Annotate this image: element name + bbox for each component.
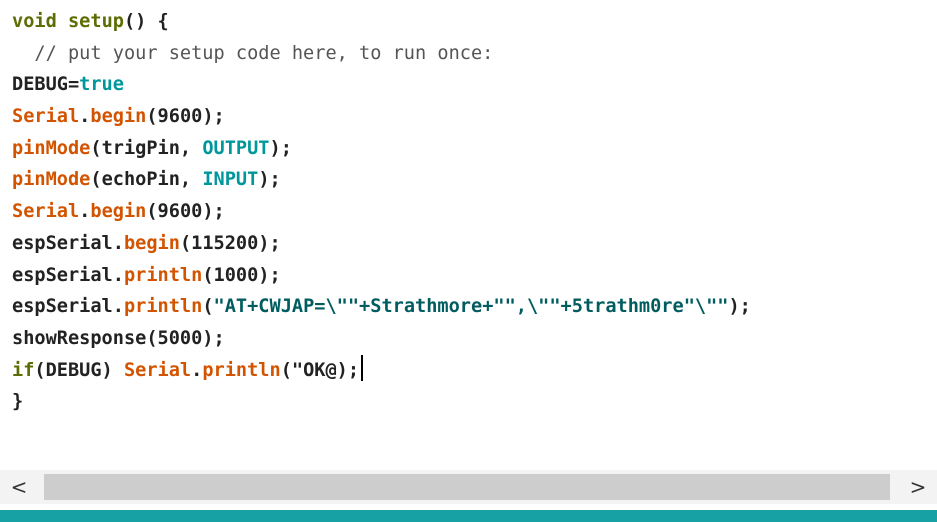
horizontal-scrollbar[interactable]: < > — [0, 470, 937, 504]
code-line[interactable]: Serial.begin(9600); — [12, 101, 751, 133]
code-token-plain: (1000); — [202, 264, 281, 286]
code-line[interactable]: Serial.begin(9600); — [12, 196, 751, 228]
text-cursor — [361, 354, 364, 381]
scrollbar-thumb[interactable] — [44, 474, 890, 500]
chevron-right-icon[interactable]: > — [899, 470, 937, 504]
code-token-plain: espSerial. — [12, 264, 124, 286]
code-token-plain: ("OK@); — [280, 359, 360, 381]
code-line[interactable]: showResponse(5000); — [12, 323, 751, 355]
code-token-keyword: if — [12, 359, 35, 381]
code-token-plain: espSerial. — [12, 232, 124, 254]
code-token-func: begin — [90, 106, 147, 128]
code-token-plain: . — [79, 201, 91, 223]
code-token-func: begin — [123, 232, 180, 254]
code-token-keyword: setup — [67, 11, 124, 32]
code-line[interactable]: espSerial.println("AT+CWJAP=\""+Strathmo… — [12, 291, 751, 323]
code-token-plain: ); — [269, 137, 292, 159]
code-token-plain: showResponse(5000); — [12, 327, 225, 349]
code-token-plain: (115200); — [179, 232, 281, 254]
code-line[interactable]: pinMode(echoPin, INPUT); — [12, 164, 751, 196]
code-line[interactable]: pinMode(trigPin, OUTPUT); — [12, 133, 751, 165]
code-token-plain: } — [12, 391, 24, 413]
code-line[interactable]: // put your setup code here, to run once… — [12, 38, 751, 70]
code-token-func: pinMode — [12, 137, 91, 159]
code-line[interactable]: } — [12, 386, 751, 418]
code-line[interactable]: espSerial.println(1000); — [12, 260, 751, 292]
status-bar — [0, 510, 937, 522]
code-token-const: true — [79, 74, 124, 96]
code-token-func: pinMode — [12, 169, 91, 191]
code-token-func: begin — [90, 201, 147, 223]
code-token-plain: espSerial. — [12, 296, 124, 318]
code-token-plain: (trigPin, — [90, 137, 203, 159]
code-lines[interactable]: void setup() { // put your setup code he… — [12, 6, 751, 418]
code-token-func: Serial — [12, 201, 80, 223]
code-token-func: println — [123, 296, 203, 318]
code-line[interactable]: espSerial.begin(115200); — [12, 228, 751, 260]
scrollbar-track[interactable] — [38, 470, 899, 504]
code-line[interactable]: if(DEBUG) Serial.println("OK@); — [12, 354, 751, 387]
code-token-plain: (echoPin, — [90, 169, 203, 191]
code-token-func: Serial — [123, 359, 192, 381]
code-token-plain: (9600); — [146, 106, 225, 128]
code-token-const: OUTPUT — [202, 137, 270, 159]
code-token-string: "AT+CWJAP=\""+Strathmore+"",\""+5trathm0… — [213, 296, 729, 318]
code-editor[interactable]: void setup() { // put your setup code he… — [0, 0, 937, 460]
code-token-plain: DEBUG= — [12, 74, 80, 96]
code-token-plain: (9600); — [146, 201, 225, 223]
code-token-comment: // put your setup code here, to run once… — [12, 42, 494, 64]
code-token-plain: . — [191, 359, 203, 381]
code-token-func: println — [123, 264, 203, 286]
code-token-keyword: void — [12, 11, 57, 32]
code-line[interactable]: DEBUG=true — [12, 69, 751, 101]
code-token-const: INPUT — [202, 169, 259, 191]
code-token-plain: (DEBUG) — [34, 359, 124, 381]
code-token-plain: ( — [202, 296, 214, 318]
code-token-func: Serial — [12, 106, 80, 128]
code-token-plain: . — [79, 106, 91, 128]
code-token-plain: ); — [258, 169, 281, 191]
code-token-plain: () { — [123, 11, 169, 32]
chevron-left-icon[interactable]: < — [0, 470, 38, 504]
code-line[interactable]: void setup() { — [12, 6, 751, 38]
code-token-plain: ); — [728, 296, 751, 318]
code-token-func: println — [202, 359, 281, 381]
